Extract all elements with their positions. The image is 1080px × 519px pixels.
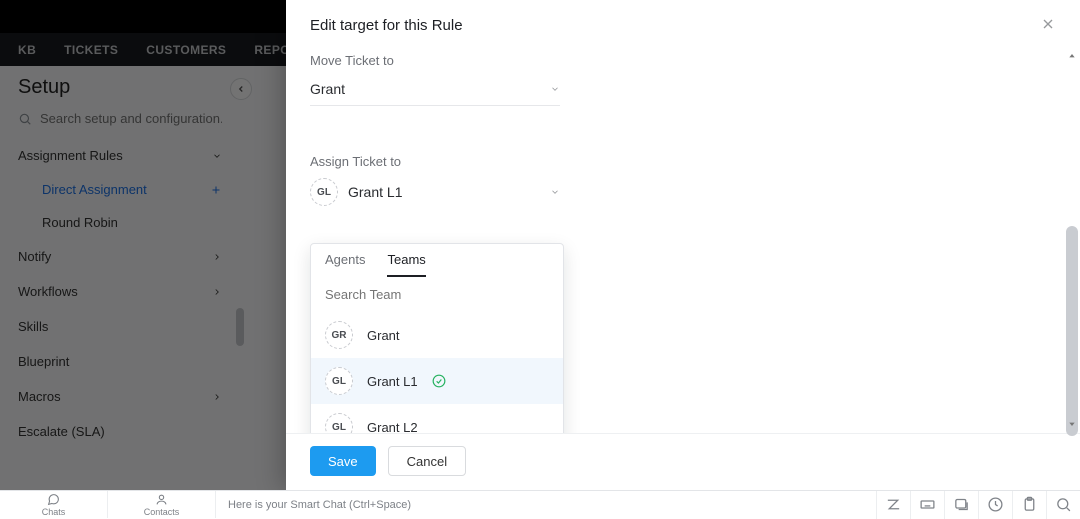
chevron-down-icon bbox=[550, 187, 560, 197]
team-option-grant-l1[interactable]: GL Grant L1 bbox=[311, 358, 563, 404]
search-icon bbox=[1055, 496, 1072, 513]
scrollbar-thumb[interactable] bbox=[1066, 226, 1078, 436]
assign-dropdown: Agents Teams GR Grant GL Grant L1 GL Gra… bbox=[310, 243, 564, 433]
dropdown-search-input[interactable] bbox=[325, 287, 549, 302]
move-ticket-label: Move Ticket to bbox=[310, 53, 1056, 68]
keyboard-button[interactable] bbox=[910, 491, 944, 519]
move-ticket-value: Grant bbox=[310, 81, 345, 97]
bottom-tab-label: Chats bbox=[42, 507, 66, 517]
modal-title: Edit target for this Rule bbox=[310, 17, 463, 34]
team-avatar: GR bbox=[325, 321, 353, 349]
clipboard-button[interactable] bbox=[1012, 491, 1046, 519]
team-option-label: Grant L2 bbox=[367, 420, 418, 434]
chevron-down-icon bbox=[550, 84, 560, 94]
dropdown-tab-agents[interactable]: Agents bbox=[325, 252, 365, 277]
bottom-bar: Chats Contacts Here is your Smart Chat (… bbox=[0, 490, 1080, 518]
move-ticket-select[interactable]: Grant bbox=[310, 72, 560, 106]
bottom-tab-label: Contacts bbox=[144, 507, 180, 517]
dropdown-tab-teams[interactable]: Teams bbox=[387, 252, 425, 277]
team-avatar: GL bbox=[325, 413, 353, 433]
smart-chat-hint[interactable]: Here is your Smart Chat (Ctrl+Space) bbox=[216, 499, 423, 511]
team-option-grant-l2[interactable]: GL Grant L2 bbox=[311, 404, 563, 433]
check-icon bbox=[432, 374, 446, 388]
close-icon bbox=[1040, 16, 1056, 32]
assign-ticket-label: Assign Ticket to bbox=[310, 154, 1056, 169]
clock-button[interactable] bbox=[978, 491, 1012, 519]
contact-icon bbox=[155, 493, 168, 506]
bottom-tab-contacts[interactable]: Contacts bbox=[108, 491, 216, 518]
assign-ticket-value: Grant L1 bbox=[348, 184, 402, 200]
team-option-label: Grant L1 bbox=[367, 374, 418, 389]
assign-ticket-select[interactable]: Grant L1 bbox=[348, 175, 560, 209]
scroll-up-icon[interactable] bbox=[1068, 52, 1076, 60]
bottom-tab-chats[interactable]: Chats bbox=[0, 491, 108, 518]
team-avatar: GL bbox=[325, 367, 353, 395]
scroll-down-icon[interactable] bbox=[1068, 420, 1076, 428]
cancel-button[interactable]: Cancel bbox=[388, 446, 466, 476]
cards-icon bbox=[953, 496, 970, 513]
search-button[interactable] bbox=[1046, 491, 1080, 519]
keyboard-icon bbox=[919, 496, 936, 513]
cards-button[interactable] bbox=[944, 491, 978, 519]
assign-avatar: GL bbox=[310, 178, 338, 206]
modal-scrollbar[interactable] bbox=[1066, 52, 1078, 428]
clipboard-icon bbox=[1021, 496, 1038, 513]
edit-target-modal: Edit target for this Rule Move Ticket to… bbox=[286, 0, 1080, 490]
zia-icon bbox=[885, 496, 902, 513]
team-option-grant[interactable]: GR Grant bbox=[311, 312, 563, 358]
dropdown-search[interactable] bbox=[311, 277, 563, 312]
chat-icon bbox=[47, 493, 60, 506]
clock-icon bbox=[987, 496, 1004, 513]
team-option-label: Grant bbox=[367, 328, 400, 343]
zia-button[interactable] bbox=[876, 491, 910, 519]
save-button[interactable]: Save bbox=[310, 446, 376, 476]
close-button[interactable] bbox=[1040, 16, 1056, 35]
